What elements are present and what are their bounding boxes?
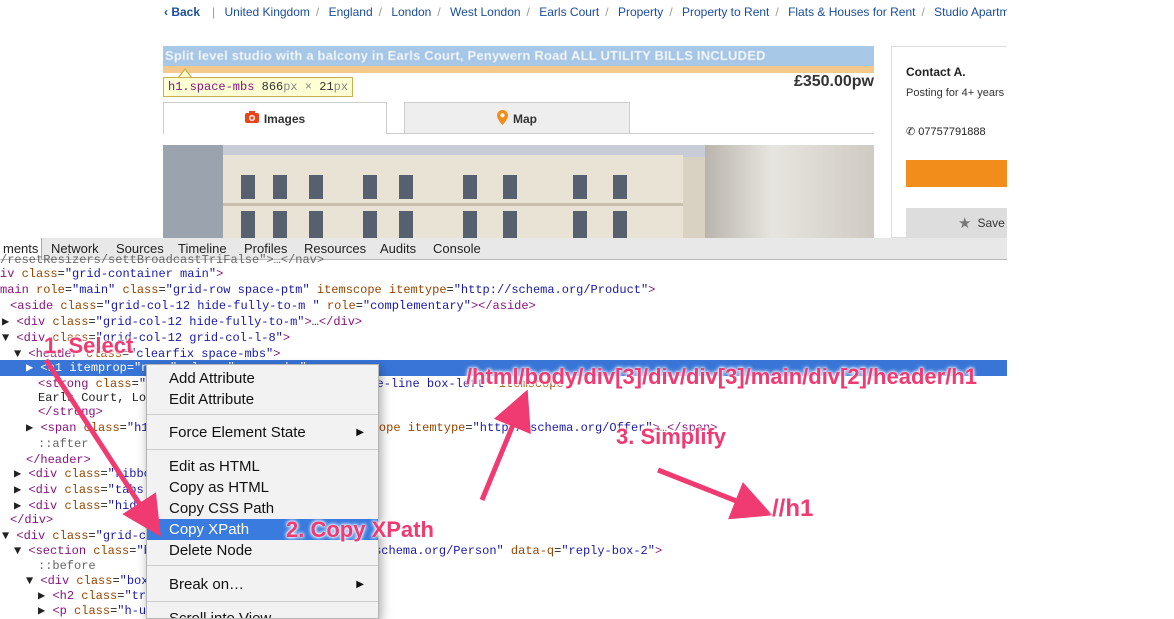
annotation-simple-xpath: //h1	[772, 495, 814, 522]
save-label: Save	[977, 216, 1005, 230]
contact-phone[interactable]: 07757791888	[918, 126, 985, 138]
menu-item-delete-node[interactable]: Delete Node	[147, 540, 378, 561]
submenu-arrow-icon: ▶	[356, 427, 364, 438]
annotation-step3: 3. Simplify	[616, 424, 727, 449]
context-menu: Add Attribute Edit Attribute Force Eleme…	[146, 364, 379, 619]
annotation-full-xpath: /html/body/div[3]/div/div[3]/main/div[2]…	[466, 364, 977, 389]
breadcrumb-item[interactable]: London	[391, 5, 431, 19]
map-pin-icon	[497, 109, 508, 128]
save-button[interactable]: ★ Save	[906, 208, 1007, 238]
annotation-step1: 1. Select	[44, 333, 134, 358]
dom-line[interactable]: ▼ <div class="box	[26, 573, 148, 589]
menu-item-force-element-state[interactable]: Force Element State ▶	[147, 422, 378, 443]
dom-line[interactable]: </strong>	[38, 404, 103, 420]
listing-photo[interactable]	[163, 145, 874, 238]
menu-item-copy-as-html[interactable]: Copy as HTML	[147, 477, 378, 498]
menu-item-copy-css-path[interactable]: Copy CSS Path	[147, 498, 378, 519]
dom-line: ::before	[38, 559, 96, 573]
listing-title: Split level studio with a balcony in Ear…	[165, 48, 766, 63]
contact-button[interactable]	[906, 160, 1007, 187]
tab-map[interactable]: Map	[404, 102, 630, 134]
dom-line[interactable]: iv class="grid-container main">	[0, 266, 223, 282]
menu-item-edit-as-html[interactable]: Edit as HTML	[147, 456, 378, 477]
tab-images[interactable]: Images	[163, 102, 387, 134]
menu-separator	[147, 449, 378, 450]
highlight-padding	[163, 66, 874, 73]
tooltip-times: ×	[304, 80, 313, 94]
breadcrumb-item[interactable]: Earls Court	[539, 5, 599, 19]
menu-item-add-attribute[interactable]: Add Attribute	[147, 368, 378, 389]
phone-icon: ✆	[906, 126, 916, 138]
menu-item-edit-attribute[interactable]: Edit Attribute	[147, 389, 378, 410]
menu-separator	[147, 601, 378, 602]
tooltip-width: 866	[261, 80, 284, 94]
menu-item-scroll-into-view[interactable]: Scroll into View	[147, 608, 378, 618]
listing-price: £350.00pw	[793, 73, 874, 90]
tooltip-unit-2: px	[333, 80, 349, 94]
menu-separator	[147, 565, 378, 566]
back-link[interactable]: ‹ Back	[164, 5, 200, 19]
contact-name: A.	[953, 65, 966, 79]
dom-line[interactable]: ▶ <div class="tabs	[14, 482, 144, 498]
tooltip-unit: px	[283, 80, 298, 94]
tab-audits[interactable]: Audits	[380, 241, 416, 256]
inspector-tooltip: h1.space-mbs 866px × 21px	[163, 77, 354, 97]
tooltip-height: 21	[319, 80, 334, 94]
menu-item-label: Break on…	[169, 576, 245, 593]
star-icon: ★	[958, 215, 972, 232]
tab-divider	[387, 133, 874, 134]
breadcrumb-item[interactable]: Property	[618, 5, 663, 19]
breadcrumb-item[interactable]: England	[329, 5, 373, 19]
dom-line[interactable]: main role="main" class="grid-row space-p…	[0, 282, 655, 298]
contact-title: Contact	[906, 65, 951, 79]
back-label: Back	[171, 5, 201, 19]
camera-icon	[244, 111, 259, 126]
breadcrumb-item[interactable]: Flats & Houses for Rent	[788, 5, 915, 19]
tab-console[interactable]: Console	[433, 241, 481, 256]
dom-line[interactable]: ▶ <div class="grid-col-12 hide-fully-to-…	[2, 314, 362, 330]
dom-line[interactable]: </div>	[10, 512, 53, 528]
tab-images-label: Images	[263, 111, 306, 126]
submenu-arrow-icon: ▶	[356, 579, 364, 590]
breadcrumb-item[interactable]: Property to Rent	[682, 5, 769, 19]
menu-item-label: Force Element State	[169, 424, 306, 441]
curtain-image	[705, 145, 874, 238]
tooltip-selector: h1.space-mbs	[168, 80, 255, 94]
tab-map-label: Map	[513, 111, 537, 126]
listing-title-highlight: Split level studio with a balcony in Ear…	[163, 46, 874, 66]
dom-line[interactable]: <aside class="grid-col-12 hide-fully-to-…	[10, 298, 536, 314]
menu-separator	[147, 414, 378, 415]
menu-item-break-on[interactable]: Break on… ▶	[147, 574, 378, 595]
breadcrumb-item[interactable]: West London	[450, 5, 521, 19]
dom-line[interactable]: ▶ <p class="h-u	[38, 603, 146, 619]
breadcrumb-item[interactable]: Studio Apartments & Bedsits f	[934, 5, 1007, 19]
annotation-step2: 2. Copy XPath	[286, 517, 434, 542]
dom-line: ::after	[38, 437, 89, 451]
breadcrumb: ‹ Back | United Kingdom / England / London /…	[164, 4, 1007, 20]
contact-posting: Posting for 4+ years	[906, 87, 1005, 99]
building-image	[163, 145, 705, 238]
breadcrumb-item[interactable]: United Kingdom	[225, 5, 310, 19]
